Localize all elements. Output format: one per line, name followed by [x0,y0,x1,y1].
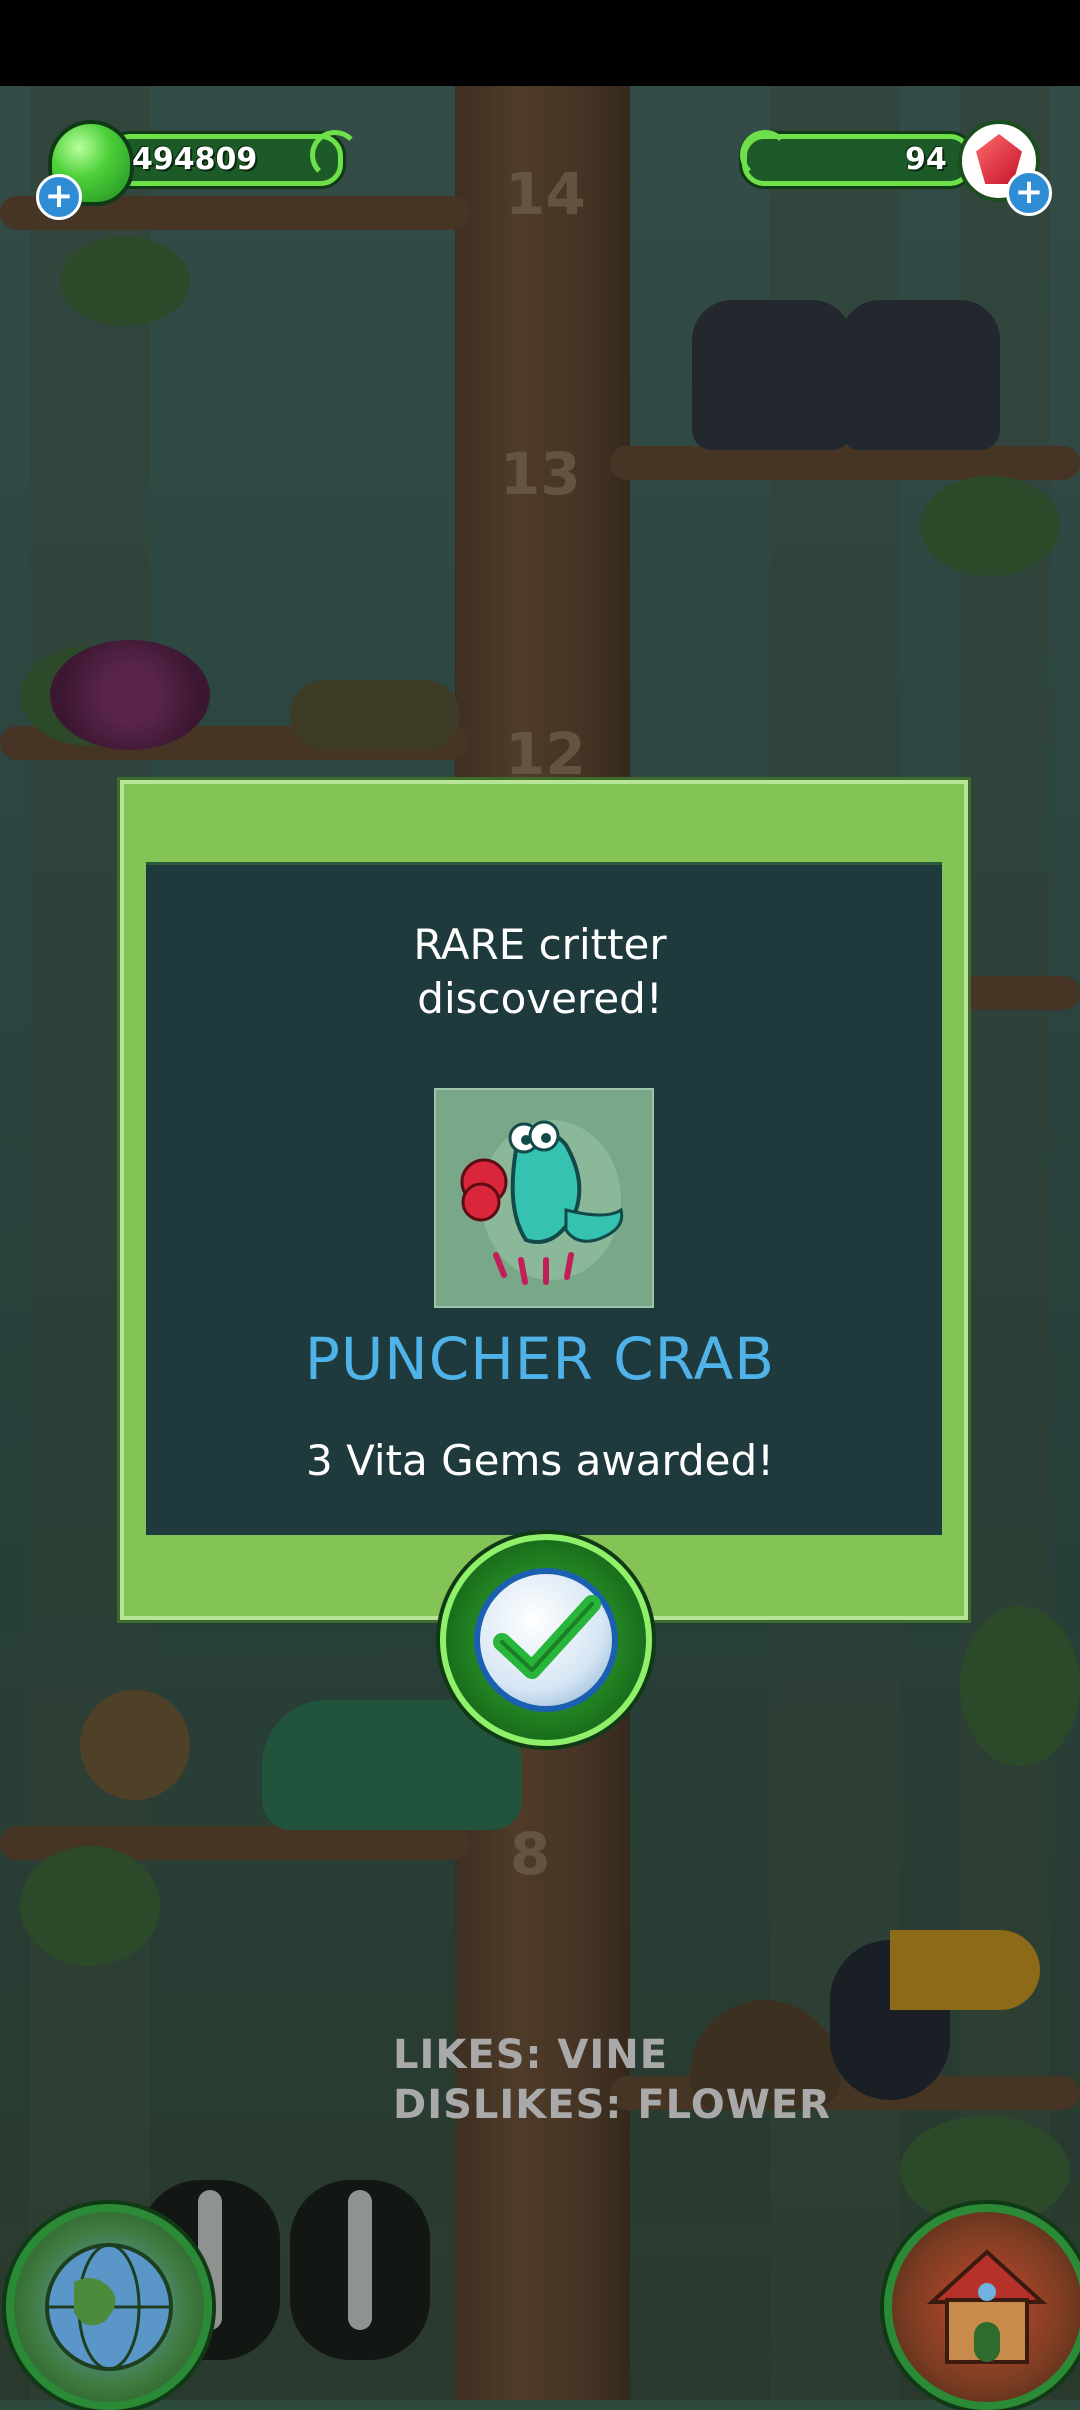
checkmark-icon [493,1595,601,1679]
world-map-button[interactable] [6,2204,212,2410]
gem-count: 94 [905,142,947,177]
puncher-crab-icon [460,1120,624,1285]
goo-count: 494809 [132,142,258,177]
critter-name: PUNCHER CRAB [304,1325,776,1393]
house-icon [926,2249,1048,2364]
confirm-button[interactable] [440,1534,652,1746]
dialog-title-line1: RARE critter [413,920,667,969]
add-goo-button[interactable]: + [36,174,82,220]
reward-text: 3 Vita Gems awarded! [306,1436,774,1485]
likes-text: LIKES: VINE [393,2032,669,2078]
globe-icon [45,2243,173,2371]
add-gems-button[interactable]: + [1006,170,1052,216]
confirm-button-face [474,1568,618,1712]
critter-portrait [434,1088,654,1308]
dialog-title-line2: discovered! [417,974,663,1023]
dialog-title: RARE critter discovered! [0,918,1080,1026]
status-bar [0,0,1080,86]
dislikes-text: DISLIKES: FLOWER [393,2082,831,2128]
vine-decoration [740,130,790,180]
home-button[interactable] [884,2204,1080,2410]
vine-decoration [310,130,360,180]
